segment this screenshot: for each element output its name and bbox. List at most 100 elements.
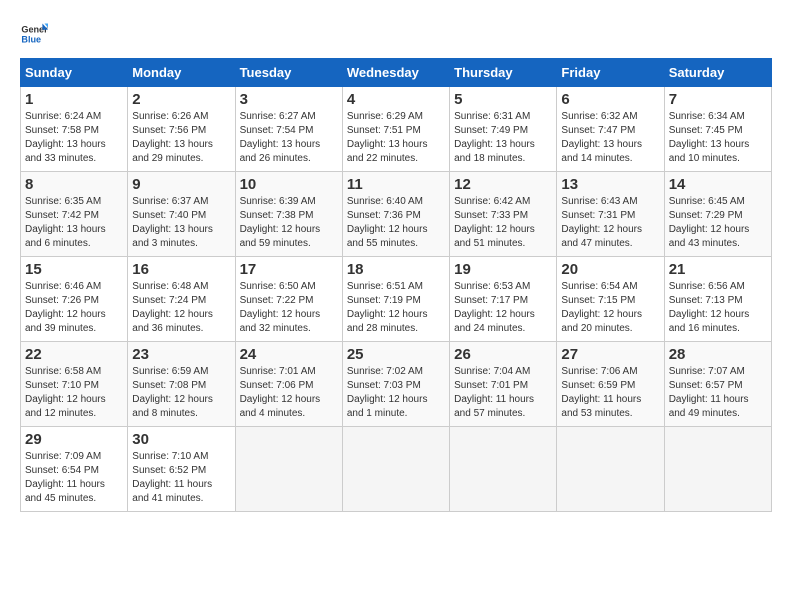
day-detail: Sunrise: 6:34 AMSunset: 7:45 PMDaylight:… — [669, 110, 767, 166]
day-detail: Sunrise: 6:54 AMSunset: 7:15 PMDaylight:… — [561, 280, 659, 336]
day-detail: Sunrise: 6:45 AMSunset: 7:29 PMDaylight:… — [669, 195, 767, 251]
column-header-friday: Friday — [557, 59, 664, 87]
page-header: General Blue — [20, 20, 772, 48]
day-detail: Sunrise: 6:42 AMSunset: 7:33 PMDaylight:… — [454, 195, 552, 251]
calendar-header-row: SundayMondayTuesdayWednesdayThursdayFrid… — [21, 59, 772, 87]
day-detail: Sunrise: 6:26 AMSunset: 7:56 PMDaylight:… — [132, 110, 230, 166]
day-number: 18 — [347, 261, 445, 278]
day-number: 21 — [669, 261, 767, 278]
calendar-cell — [235, 427, 342, 512]
day-number: 9 — [132, 176, 230, 193]
calendar-cell: 13 Sunrise: 6:43 AMSunset: 7:31 PMDaylig… — [557, 172, 664, 257]
logo-icon: General Blue — [20, 20, 48, 48]
day-detail: Sunrise: 6:24 AMSunset: 7:58 PMDaylight:… — [25, 110, 123, 166]
day-number: 4 — [347, 91, 445, 108]
calendar-cell: 14 Sunrise: 6:45 AMSunset: 7:29 PMDaylig… — [664, 172, 771, 257]
day-detail: Sunrise: 6:37 AMSunset: 7:40 PMDaylight:… — [132, 195, 230, 251]
column-header-tuesday: Tuesday — [235, 59, 342, 87]
day-number: 3 — [240, 91, 338, 108]
calendar-cell: 8 Sunrise: 6:35 AMSunset: 7:42 PMDayligh… — [21, 172, 128, 257]
day-detail: Sunrise: 6:46 AMSunset: 7:26 PMDaylight:… — [25, 280, 123, 336]
day-number: 22 — [25, 346, 123, 363]
calendar-cell: 30 Sunrise: 7:10 AMSunset: 6:52 PMDaylig… — [128, 427, 235, 512]
calendar-cell: 1 Sunrise: 6:24 AMSunset: 7:58 PMDayligh… — [21, 87, 128, 172]
day-number: 14 — [669, 176, 767, 193]
day-number: 20 — [561, 261, 659, 278]
day-detail: Sunrise: 6:32 AMSunset: 7:47 PMDaylight:… — [561, 110, 659, 166]
day-number: 26 — [454, 346, 552, 363]
logo: General Blue — [20, 20, 48, 48]
day-number: 6 — [561, 91, 659, 108]
calendar-week-row: 22 Sunrise: 6:58 AMSunset: 7:10 PMDaylig… — [21, 342, 772, 427]
calendar-cell: 4 Sunrise: 6:29 AMSunset: 7:51 PMDayligh… — [342, 87, 449, 172]
calendar-cell: 3 Sunrise: 6:27 AMSunset: 7:54 PMDayligh… — [235, 87, 342, 172]
calendar-cell — [664, 427, 771, 512]
calendar-cell: 10 Sunrise: 6:39 AMSunset: 7:38 PMDaylig… — [235, 172, 342, 257]
calendar-cell: 19 Sunrise: 6:53 AMSunset: 7:17 PMDaylig… — [450, 257, 557, 342]
calendar-cell: 27 Sunrise: 7:06 AMSunset: 6:59 PMDaylig… — [557, 342, 664, 427]
calendar-cell: 9 Sunrise: 6:37 AMSunset: 7:40 PMDayligh… — [128, 172, 235, 257]
day-detail: Sunrise: 7:06 AMSunset: 6:59 PMDaylight:… — [561, 365, 659, 421]
calendar-cell: 7 Sunrise: 6:34 AMSunset: 7:45 PMDayligh… — [664, 87, 771, 172]
day-number: 28 — [669, 346, 767, 363]
day-number: 8 — [25, 176, 123, 193]
column-header-monday: Monday — [128, 59, 235, 87]
day-detail: Sunrise: 6:29 AMSunset: 7:51 PMDaylight:… — [347, 110, 445, 166]
day-number: 19 — [454, 261, 552, 278]
day-number: 23 — [132, 346, 230, 363]
day-number: 12 — [454, 176, 552, 193]
day-number: 27 — [561, 346, 659, 363]
svg-text:Blue: Blue — [21, 34, 41, 44]
calendar-cell: 5 Sunrise: 6:31 AMSunset: 7:49 PMDayligh… — [450, 87, 557, 172]
calendar-cell: 18 Sunrise: 6:51 AMSunset: 7:19 PMDaylig… — [342, 257, 449, 342]
calendar-cell: 23 Sunrise: 6:59 AMSunset: 7:08 PMDaylig… — [128, 342, 235, 427]
day-detail: Sunrise: 7:04 AMSunset: 7:01 PMDaylight:… — [454, 365, 552, 421]
day-detail: Sunrise: 7:07 AMSunset: 6:57 PMDaylight:… — [669, 365, 767, 421]
day-detail: Sunrise: 6:56 AMSunset: 7:13 PMDaylight:… — [669, 280, 767, 336]
calendar-cell — [342, 427, 449, 512]
column-header-thursday: Thursday — [450, 59, 557, 87]
calendar-cell: 11 Sunrise: 6:40 AMSunset: 7:36 PMDaylig… — [342, 172, 449, 257]
day-detail: Sunrise: 7:01 AMSunset: 7:06 PMDaylight:… — [240, 365, 338, 421]
day-detail: Sunrise: 6:50 AMSunset: 7:22 PMDaylight:… — [240, 280, 338, 336]
column-header-wednesday: Wednesday — [342, 59, 449, 87]
calendar-cell: 15 Sunrise: 6:46 AMSunset: 7:26 PMDaylig… — [21, 257, 128, 342]
day-detail: Sunrise: 6:39 AMSunset: 7:38 PMDaylight:… — [240, 195, 338, 251]
calendar-week-row: 29 Sunrise: 7:09 AMSunset: 6:54 PMDaylig… — [21, 427, 772, 512]
day-detail: Sunrise: 6:48 AMSunset: 7:24 PMDaylight:… — [132, 280, 230, 336]
calendar-table: SundayMondayTuesdayWednesdayThursdayFrid… — [20, 58, 772, 512]
day-number: 29 — [25, 431, 123, 448]
day-number: 2 — [132, 91, 230, 108]
day-number: 30 — [132, 431, 230, 448]
calendar-cell: 29 Sunrise: 7:09 AMSunset: 6:54 PMDaylig… — [21, 427, 128, 512]
day-number: 5 — [454, 91, 552, 108]
calendar-cell — [450, 427, 557, 512]
column-header-saturday: Saturday — [664, 59, 771, 87]
calendar-cell: 16 Sunrise: 6:48 AMSunset: 7:24 PMDaylig… — [128, 257, 235, 342]
calendar-cell: 20 Sunrise: 6:54 AMSunset: 7:15 PMDaylig… — [557, 257, 664, 342]
calendar-cell: 21 Sunrise: 6:56 AMSunset: 7:13 PMDaylig… — [664, 257, 771, 342]
day-number: 13 — [561, 176, 659, 193]
day-number: 15 — [25, 261, 123, 278]
calendar-cell: 2 Sunrise: 6:26 AMSunset: 7:56 PMDayligh… — [128, 87, 235, 172]
day-detail: Sunrise: 6:40 AMSunset: 7:36 PMDaylight:… — [347, 195, 445, 251]
day-detail: Sunrise: 6:35 AMSunset: 7:42 PMDaylight:… — [25, 195, 123, 251]
day-detail: Sunrise: 7:02 AMSunset: 7:03 PMDaylight:… — [347, 365, 445, 421]
day-detail: Sunrise: 6:58 AMSunset: 7:10 PMDaylight:… — [25, 365, 123, 421]
day-detail: Sunrise: 6:31 AMSunset: 7:49 PMDaylight:… — [454, 110, 552, 166]
calendar-cell: 25 Sunrise: 7:02 AMSunset: 7:03 PMDaylig… — [342, 342, 449, 427]
column-header-sunday: Sunday — [21, 59, 128, 87]
calendar-cell: 28 Sunrise: 7:07 AMSunset: 6:57 PMDaylig… — [664, 342, 771, 427]
day-number: 17 — [240, 261, 338, 278]
day-detail: Sunrise: 7:09 AMSunset: 6:54 PMDaylight:… — [25, 450, 123, 506]
day-number: 11 — [347, 176, 445, 193]
calendar-cell — [557, 427, 664, 512]
calendar-cell: 17 Sunrise: 6:50 AMSunset: 7:22 PMDaylig… — [235, 257, 342, 342]
day-number: 16 — [132, 261, 230, 278]
day-detail: Sunrise: 7:10 AMSunset: 6:52 PMDaylight:… — [132, 450, 230, 506]
day-detail: Sunrise: 6:59 AMSunset: 7:08 PMDaylight:… — [132, 365, 230, 421]
calendar-cell: 24 Sunrise: 7:01 AMSunset: 7:06 PMDaylig… — [235, 342, 342, 427]
day-detail: Sunrise: 6:51 AMSunset: 7:19 PMDaylight:… — [347, 280, 445, 336]
calendar-week-row: 8 Sunrise: 6:35 AMSunset: 7:42 PMDayligh… — [21, 172, 772, 257]
calendar-cell: 12 Sunrise: 6:42 AMSunset: 7:33 PMDaylig… — [450, 172, 557, 257]
